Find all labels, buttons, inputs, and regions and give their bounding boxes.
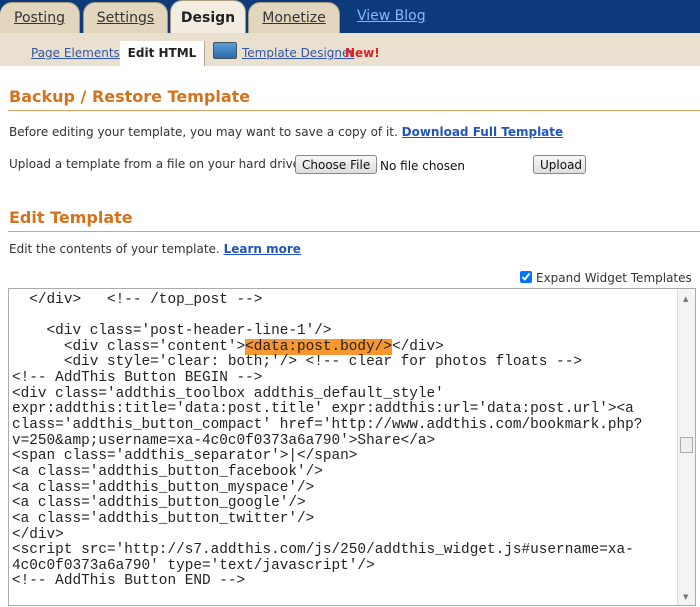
backup-text: Before editing your template, you may wa… [9,125,398,139]
code-text: <div class='content'> [12,338,246,355]
code-text: expr:addthis:title='data:post.title' exp… [12,401,634,418]
divider [8,231,700,232]
choose-file-button[interactable]: Choose File [295,155,378,174]
edit-text: Edit the contents of your template. [9,242,220,256]
code-text: <div style='clear: both;'/> <!-- clear f… [12,354,582,371]
scrollbar[interactable]: ▲ ▼ [677,289,695,605]
code-text: <div class='addthis_toolbox addthis_defa… [12,385,444,402]
code-text: <a class='addthis_button_facebook'/> [12,463,323,480]
page-elements-link[interactable]: Page Elements [31,46,120,60]
view-blog-link[interactable]: View Blog [357,8,426,24]
code-line: <a class='addthis_button_twitter'/> [12,510,642,528]
expand-widget-label: Expand Widget Templates [536,271,692,285]
expand-widget-checkbox[interactable] [520,271,532,283]
file-status: No file chosen [380,159,466,173]
code-line: v=250&amp;username=xa-4c0c0f0373a6a790'>… [12,432,642,450]
code-text: <a class='addthis_button_myspace'/> [12,479,315,496]
edit-description: Edit the contents of your template. Lear… [9,242,301,256]
tab-posting[interactable]: Posting [0,2,80,33]
scroll-up-icon[interactable]: ▲ [683,295,688,303]
sub-nav: Page Elements Template Designer New! [0,33,700,66]
code-line: <div class='content'><data:post.body/></… [12,338,642,356]
backup-heading: Backup / Restore Template [9,87,251,106]
backup-description: Before editing your template, you may wa… [9,125,563,139]
code-line: expr:addthis:title='data:post.title' exp… [12,401,642,418]
code-line: </div> [12,526,642,544]
learn-more-link[interactable]: Learn more [224,242,301,256]
code-text: </div> [391,338,444,355]
code-text: <!-- AddThis Button BEGIN --> [12,369,263,386]
upload-label: Upload a template from a file on your ha… [9,157,305,171]
template-code[interactable]: </div> </div> <!-- /top_post --> <div cl… [12,289,643,590]
edit-html-tab[interactable]: Edit HTML [120,41,204,66]
template-designer-icon [213,42,237,59]
code-line: <div style='clear: both;'/> <!-- clear f… [12,354,642,371]
code-line: <script src='http://s7.addthis.com/js/25… [12,542,642,559]
highlighted-text: <data:post.body/> [245,338,392,355]
template-designer-link[interactable]: Template Designer [242,46,354,60]
new-badge: New! [345,46,380,60]
code-line: <!-- AddThis Button BEGIN --> [12,369,642,387]
template-editor[interactable]: </div> </div> <!-- /top_post --> <div cl… [8,288,696,606]
code-text: </div> [12,526,64,543]
code-line: <div class='post-header-line-1'/> [12,322,642,340]
edit-template-heading: Edit Template [9,208,133,227]
divider [204,41,205,66]
upload-button[interactable]: Upload [533,155,586,174]
tab-design[interactable]: Design [170,0,246,33]
code-line: class='addthis_button_compact' href='htt… [12,416,643,434]
code-line: <a class='addthis_button_google'/> [12,495,642,512]
divider [8,110,700,111]
code-text: 4c0c0f0373a6a790' type='text/javascript'… [12,557,375,574]
code-line: <a class='addthis_button_facebook'/> [12,463,642,481]
code-line: </div> <!-- /top_post --> [12,291,642,309]
tab-monetize[interactable]: Monetize [248,2,340,33]
code-text: <a class='addthis_button_google'/> [12,495,306,512]
code-text: <div class='post-header-line-1'/> [12,322,332,339]
code-line: 4c0c0f0373a6a790' type='text/javascript'… [12,557,642,575]
scroll-thumb[interactable] [680,437,693,453]
code-text: <script src='http://s7.addthis.com/js/25… [12,542,634,559]
scroll-down-icon[interactable]: ▼ [683,593,688,601]
code-text: <a class='addthis_button_twitter'/> [12,510,315,527]
code-text: <!-- AddThis Button END --> [12,573,246,590]
tab-settings[interactable]: Settings [83,2,168,33]
expand-widget-toggle[interactable]: Expand Widget Templates [520,271,692,285]
code-line: <a class='addthis_button_myspace'/> [12,479,642,497]
code-text: v=250&amp;username=xa-4c0c0f0373a6a790'>… [12,432,436,449]
code-line: <span class='addthis_separator'>|</span> [12,448,642,465]
top-nav: Posting Settings Design Monetize View Bl… [0,0,700,33]
download-template-link[interactable]: Download Full Template [402,125,564,139]
code-text: <span class='addthis_separator'>|</span> [12,448,358,465]
code-text: </div> <!-- /top_post --> [12,291,263,308]
code-text: class='addthis_button_compact' href='htt… [12,416,643,433]
code-line: <!-- AddThis Button END --> [12,574,642,590]
code-line: <div class='addthis_toolbox addthis_defa… [12,385,642,403]
